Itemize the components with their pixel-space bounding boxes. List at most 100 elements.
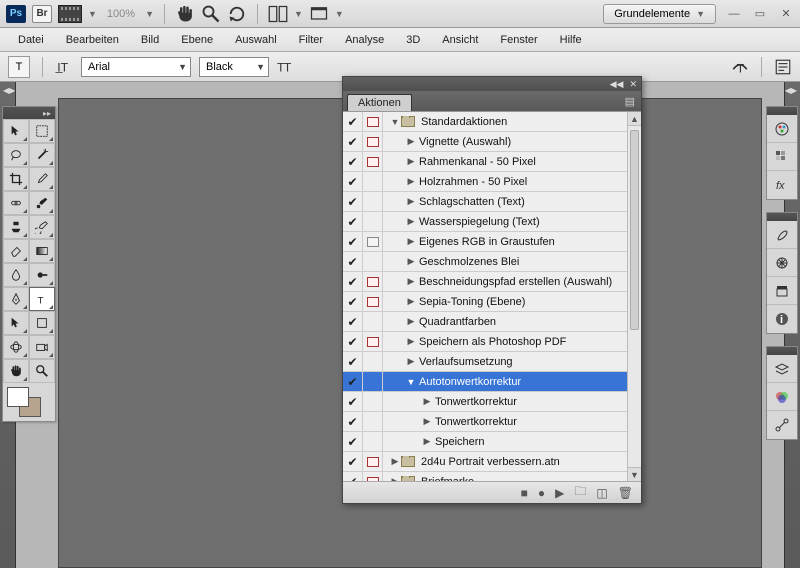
menu-hilfe[interactable]: Hilfe xyxy=(550,31,592,49)
dialog-toggle[interactable] xyxy=(363,172,383,192)
action-row[interactable]: ✔▶Schlagschatten (Text) xyxy=(343,192,627,212)
toggle-checkbox[interactable]: ✔ xyxy=(343,112,363,132)
action-row[interactable]: ✔▶Verlaufsumsetzung xyxy=(343,352,627,372)
collapse-icon[interactable]: ◀◀ xyxy=(610,79,624,90)
move-tool[interactable] xyxy=(3,119,29,143)
scroll-thumb[interactable] xyxy=(630,130,639,330)
dialog-toggle[interactable] xyxy=(363,152,383,172)
font-style-combo[interactable]: Black▼ xyxy=(199,57,269,77)
scroll-down-icon[interactable]: ▼ xyxy=(628,467,641,481)
eraser-tool[interactable] xyxy=(3,239,29,263)
eyedropper-tool[interactable] xyxy=(29,167,55,191)
chevron-down-icon[interactable]: ▼ xyxy=(88,9,97,19)
toggle-checkbox[interactable]: ✔ xyxy=(343,452,363,472)
action-row[interactable]: ✔▶Rahmenkanal - 50 Pixel xyxy=(343,152,627,172)
active-tool-indicator[interactable]: T xyxy=(8,56,30,78)
clone-stamp-tool[interactable] xyxy=(3,215,29,239)
dialog-toggle[interactable] xyxy=(363,432,383,452)
action-row[interactable]: ✔▶Briefmarke xyxy=(343,472,627,481)
dialog-toggle[interactable] xyxy=(363,392,383,412)
close-icon[interactable]: ✕ xyxy=(629,79,637,90)
crop-tool[interactable] xyxy=(3,167,29,191)
chevron-right-icon[interactable]: ▶ xyxy=(405,296,417,307)
dialog-toggle[interactable] xyxy=(363,232,383,252)
chevron-right-icon[interactable]: ▶ xyxy=(405,256,417,267)
clone-source-panel-icon[interactable] xyxy=(767,277,797,305)
dialog-toggle[interactable] xyxy=(363,252,383,272)
type-tool[interactable]: T xyxy=(29,287,55,311)
dialog-toggle[interactable] xyxy=(363,372,383,392)
color-panel-icon[interactable] xyxy=(767,115,797,143)
action-row[interactable]: ✔▶Speichern xyxy=(343,432,627,452)
chevron-right-icon[interactable]: ▶ xyxy=(421,436,433,447)
screen-mode-icon[interactable] xyxy=(309,5,329,23)
action-row[interactable]: ✔▶Sepia-Toning (Ebene) xyxy=(343,292,627,312)
zoom-level[interactable]: 100% xyxy=(103,8,139,20)
dialog-toggle[interactable] xyxy=(363,352,383,372)
new-action-button[interactable]: ◫ xyxy=(596,486,607,500)
minimize-button[interactable]: — xyxy=(726,7,742,21)
menu-ansicht[interactable]: Ansicht xyxy=(432,31,488,49)
delete-button[interactable]: 🗑 xyxy=(618,486,633,500)
chevron-right-icon[interactable]: ▶ xyxy=(421,396,433,407)
chevron-right-icon[interactable]: ▶ xyxy=(389,456,401,467)
pen-tool[interactable] xyxy=(3,287,29,311)
magic-wand-tool[interactable] xyxy=(29,143,55,167)
chevron-right-icon[interactable]: ▶ xyxy=(405,276,417,287)
action-row[interactable]: ✔▶Speichern als Photoshop PDF xyxy=(343,332,627,352)
chevron-right-icon[interactable]: ▶ xyxy=(405,236,417,247)
rotate-view-icon[interactable] xyxy=(227,5,247,23)
action-row[interactable]: ✔▶Beschneidungspfad erstellen (Auswahl) xyxy=(343,272,627,292)
chevron-down-icon[interactable]: ▼ xyxy=(405,377,417,387)
action-row[interactable]: ✔▶Quadrantfarben xyxy=(343,312,627,332)
chevron-down-icon[interactable]: ▼ xyxy=(145,9,154,19)
action-row[interactable]: ✔▶Geschmolzenes Blei xyxy=(343,252,627,272)
toggle-checkbox[interactable]: ✔ xyxy=(343,212,363,232)
font-size-icon[interactable]: TT xyxy=(277,58,295,76)
chevron-right-icon[interactable]: ▶ xyxy=(405,336,417,347)
dialog-toggle[interactable] xyxy=(363,212,383,232)
zoom-tool[interactable] xyxy=(29,359,55,383)
toggle-checkbox[interactable]: ✔ xyxy=(343,272,363,292)
play-button[interactable]: ▶ xyxy=(555,486,564,500)
menu-filter[interactable]: Filter xyxy=(289,31,333,49)
toggle-checkbox[interactable]: ✔ xyxy=(343,172,363,192)
dialog-toggle[interactable] xyxy=(363,112,383,132)
styles-panel-icon[interactable]: fx xyxy=(767,171,797,199)
brush-presets-panel-icon[interactable] xyxy=(767,249,797,277)
photoshop-icon[interactable]: Ps xyxy=(6,5,26,23)
lasso-tool[interactable] xyxy=(3,143,29,167)
dialog-toggle[interactable] xyxy=(363,272,383,292)
layers-panel-icon[interactable] xyxy=(767,355,797,383)
toggle-checkbox[interactable]: ✔ xyxy=(343,192,363,212)
menu-auswahl[interactable]: Auswahl xyxy=(225,31,287,49)
bridge-icon[interactable]: Br xyxy=(32,5,52,23)
marquee-tool[interactable] xyxy=(29,119,55,143)
chevron-right-icon[interactable]: ▶ xyxy=(405,156,417,167)
arrange-documents-icon[interactable] xyxy=(268,5,288,23)
color-swatches[interactable] xyxy=(3,383,55,421)
menu-fenster[interactable]: Fenster xyxy=(490,31,547,49)
panel-titlebar[interactable]: ◀◀ ✕ xyxy=(343,77,641,91)
menu-datei[interactable]: Datei xyxy=(8,31,54,49)
zoom-tool-icon[interactable] xyxy=(201,5,221,23)
healing-brush-tool[interactable] xyxy=(3,191,29,215)
3d-rotate-tool[interactable] xyxy=(3,335,29,359)
foreground-color[interactable] xyxy=(7,387,29,407)
record-button[interactable]: ● xyxy=(538,486,545,500)
menu-ebene[interactable]: Ebene xyxy=(171,31,223,49)
toggle-checkbox[interactable]: ✔ xyxy=(343,352,363,372)
action-row[interactable]: ✔▼Standardaktionen xyxy=(343,112,627,132)
chevron-right-icon[interactable]: ▶ xyxy=(405,196,417,207)
toggle-checkbox[interactable]: ✔ xyxy=(343,412,363,432)
dialog-toggle[interactable] xyxy=(363,332,383,352)
toggle-checkbox[interactable]: ✔ xyxy=(343,252,363,272)
close-button[interactable]: ✕ xyxy=(778,7,794,21)
scroll-up-icon[interactable]: ▲ xyxy=(628,112,641,126)
shape-tool[interactable] xyxy=(29,311,55,335)
action-row[interactable]: ✔▶Eigenes RGB in Graustufen xyxy=(343,232,627,252)
channels-panel-icon[interactable] xyxy=(767,383,797,411)
path-selection-tool[interactable] xyxy=(3,311,29,335)
paths-panel-icon[interactable] xyxy=(767,411,797,439)
chevron-right-icon[interactable]: ▶ xyxy=(405,316,417,327)
